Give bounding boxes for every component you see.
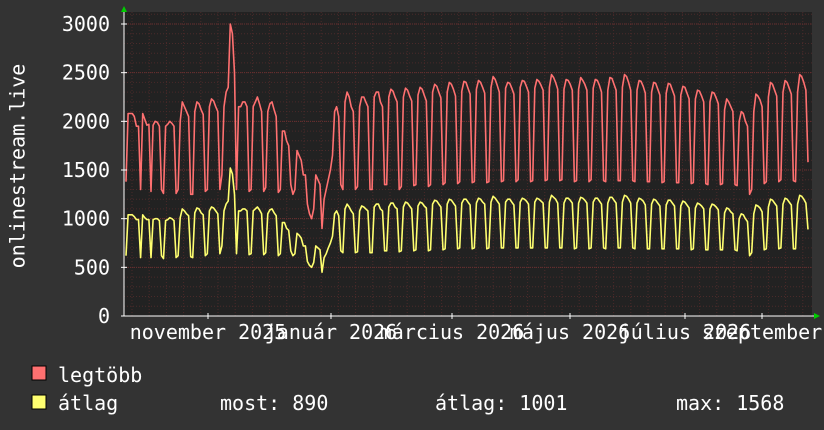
y-tick-label: 0 — [98, 304, 110, 328]
x-tick-label: május 2026 — [510, 320, 630, 344]
legend-swatch-atlag — [31, 394, 47, 410]
x-tick-labels: november 2025január 2026március 2026máju… — [130, 320, 822, 344]
stat-most: most: 890 — [220, 391, 328, 415]
y-tick-label: 2500 — [62, 61, 110, 85]
x-tick-label: november 2025 — [130, 320, 287, 344]
y-axis-label: onlinestream.live — [6, 64, 30, 269]
y-tick-label: 2000 — [62, 109, 110, 133]
y-tick-label: 3000 — [62, 12, 110, 36]
stat-max: max: 1568 — [676, 391, 784, 415]
legend: legtöbb átlag most: 890 átlag: 1001 max:… — [31, 363, 784, 415]
y-tick-labels: 0 500 1000 1500 2000 2500 3000 — [62, 12, 110, 328]
legend-label-legtobb: legtöbb — [58, 363, 142, 387]
y-tick-label: 1500 — [62, 158, 110, 182]
y-axis-arrow — [121, 6, 127, 12]
chart-svg: 0 500 1000 1500 2000 2500 3000 november 2025ja… — [6, 6, 822, 415]
y-tick-label: 1000 — [62, 207, 110, 231]
x-axis-arrow — [814, 313, 820, 319]
stat-atlag: átlag: 1001 — [435, 391, 567, 415]
legend-label-atlag: átlag — [58, 391, 118, 415]
y-tick-label: 500 — [74, 255, 110, 279]
legend-swatch-legtobb — [31, 365, 47, 381]
x-tick-label: március 2026 — [380, 320, 525, 344]
x-tick-label: szeptember — [702, 320, 822, 344]
x-tick-label: január 2026 — [265, 320, 397, 344]
